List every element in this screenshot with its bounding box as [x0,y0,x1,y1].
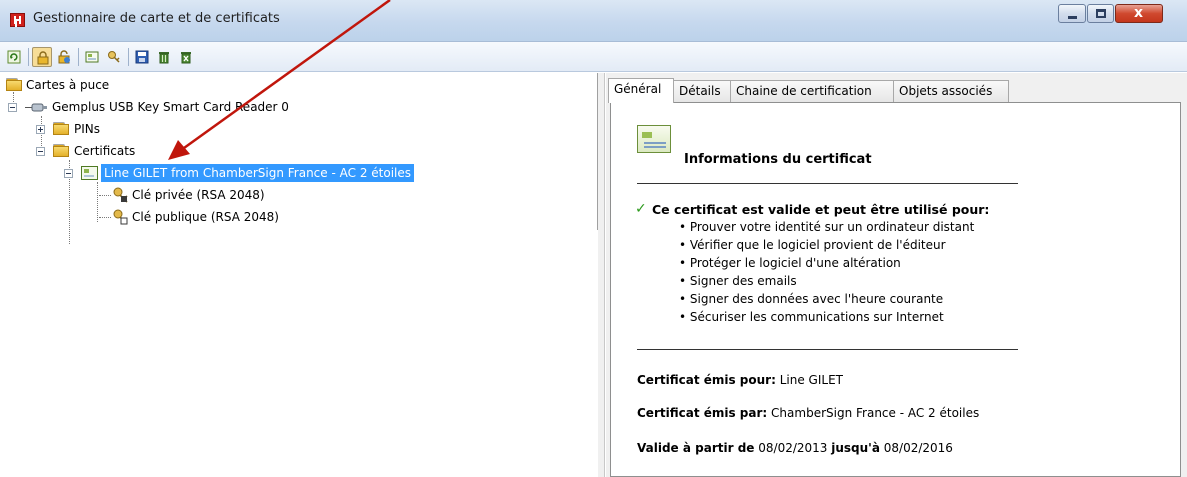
pane-splitter[interactable] [598,73,605,477]
public-key-icon [113,209,128,225]
folder-open-icon [53,144,69,157]
general-tab-content: Informations du certificat ✓ Ce certific… [610,102,1181,477]
delete-all-button[interactable] [176,47,196,67]
tab-details[interactable]: Détails [673,80,731,102]
use-item: • Protéger le logiciel d'une altération [679,256,901,270]
close-icon: x [1134,5,1144,21]
view-certificate-button[interactable] [82,47,102,67]
collapse-toggle[interactable] [8,103,17,112]
maximize-button[interactable] [1087,4,1114,23]
delete-icon [159,52,169,64]
certificate-view-icon [85,51,99,63]
validity-period: Valide à partir de 08/02/2013 jusqu'à 08… [637,441,953,455]
close-button[interactable]: x [1115,4,1163,23]
folder-icon [53,122,69,135]
use-item: • Vérifier que le logiciel provient de l… [679,238,946,252]
smartcard-folder-icon [6,78,22,91]
collapse-toggle[interactable] [36,147,45,156]
unlock-icon [58,50,70,64]
key-icon [108,51,120,63]
key-button[interactable] [104,47,124,67]
save-icon [135,50,149,64]
minimize-icon [1068,16,1077,19]
minimize-button[interactable] [1058,4,1086,23]
tab-certification-chain[interactable]: Chaine de certification [730,80,894,102]
tree-item-pins[interactable]: PINs [36,120,136,138]
checkmark-icon: ✓ [635,201,647,217]
app-icon [10,13,25,27]
tree-item-public-key[interactable]: Clé publique (RSA 2048) [112,208,332,226]
issued-to: Certificat émis pour: Line GILET [637,373,843,387]
tree-item-certificates[interactable]: Certificats [36,142,176,160]
app-window: Gestionnaire de carte et de certificats … [0,0,1187,477]
divider [637,183,1018,184]
use-item: • Signer des données avec l'heure couran… [679,292,944,306]
tree-item-private-key[interactable]: Clé privée (RSA 2048) [112,186,312,204]
use-item: • Signer des emails [679,274,797,288]
refresh-button[interactable] [4,47,24,67]
certificate-info-icon [637,125,671,153]
divider [637,349,1018,350]
tree-item-certificate-selected[interactable]: Line GILET from ChamberSign France - AC … [64,164,464,182]
certificate-details-pane: Général Détails Chaine de certification … [606,73,1187,477]
window-title: Gestionnaire de carte et de certificats [33,11,280,26]
delete-all-icon [181,52,191,64]
use-item: • Sécuriser les communications sur Inter… [679,310,944,324]
refresh-icon [7,50,21,64]
use-item: • Prouver votre identité sur un ordinate… [679,220,975,234]
usb-reader-icon [25,103,47,112]
issued-by: Certificat émis par: ChamberSign France … [637,406,980,420]
tab-general[interactable]: Général [608,78,674,103]
tab-associated-objects[interactable]: Objets associés [893,80,1009,102]
unlock-button[interactable] [54,47,74,67]
tree-item-smart-cards[interactable]: Cartes à puce [6,76,306,94]
private-key-icon [113,187,128,203]
valid-intro: Ce certificat est valide et peut être ut… [652,202,990,217]
lock-icon [37,51,49,65]
cert-info-heading: Informations du certificat [684,152,872,167]
toolbar [0,42,1187,72]
maximize-icon [1096,9,1106,18]
expand-toggle[interactable] [36,125,45,134]
delete-button[interactable] [154,47,174,67]
tree-item-card-reader[interactable]: Gemplus USB Key Smart Card Reader 0 [8,98,408,116]
card-tree[interactable]: Cartes à puce Gemplus USB Key Smart Card… [0,73,598,244]
save-button[interactable] [132,47,152,67]
lock-button[interactable] [32,47,52,67]
certificate-icon [81,166,98,180]
title-bar[interactable]: Gestionnaire de carte et de certificats … [0,0,1187,42]
collapse-toggle[interactable] [64,169,73,178]
